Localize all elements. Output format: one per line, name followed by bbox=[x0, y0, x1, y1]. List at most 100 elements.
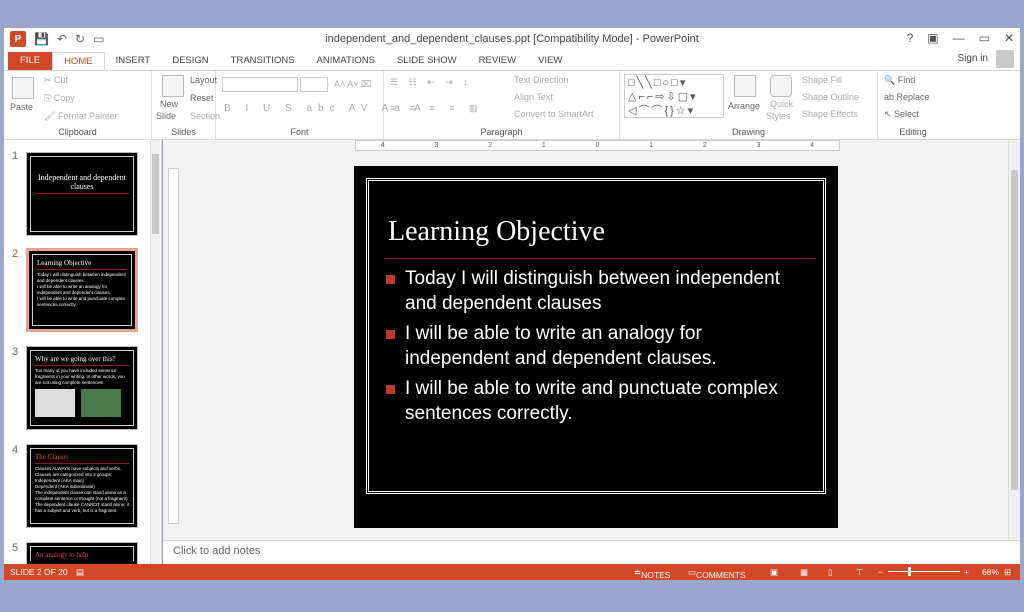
minimize-button[interactable]: — bbox=[953, 31, 965, 45]
font-size-dropdown[interactable] bbox=[300, 77, 328, 92]
thumb-text: The independent clause can stand alone a… bbox=[35, 490, 128, 501]
align-buttons[interactable]: ≡ ≡ ≡ ≡ ▥ bbox=[390, 103, 484, 114]
quick-styles-icon[interactable] bbox=[770, 75, 792, 97]
thumb-divider bbox=[35, 463, 129, 464]
bullet-item: Today I will distinguish between indepen… bbox=[386, 266, 796, 316]
select-button[interactable]: ↖ Select bbox=[884, 109, 919, 120]
thumb-title: Independent and dependent clauses bbox=[38, 173, 126, 191]
thumb-title: An analogy to help bbox=[35, 551, 89, 559]
avatar[interactable] bbox=[996, 50, 1014, 68]
tab-insert[interactable]: INSERT bbox=[105, 52, 162, 70]
slide-thumbnail-3[interactable]: Why are we going over this? Too many of … bbox=[26, 346, 138, 430]
notes-button[interactable]: ≐ NOTES bbox=[634, 567, 670, 580]
replace-button[interactable]: ab Replace bbox=[884, 92, 930, 102]
slide-thumbnail-5[interactable]: An analogy to help bbox=[26, 542, 138, 564]
font-family-dropdown[interactable] bbox=[222, 77, 298, 92]
slide-thumbnail-4[interactable]: The Clause: Clauses ALWAYS have subjects… bbox=[26, 444, 138, 528]
ruler-tick: 4 bbox=[380, 142, 385, 149]
scrollbar-thumb[interactable] bbox=[152, 154, 159, 234]
list-buttons[interactable]: ☰ ☷ ⇤ ⇥ ↕ bbox=[390, 77, 472, 88]
tab-view[interactable]: VIEW bbox=[527, 52, 573, 70]
shape-fill-button[interactable]: Shape Fill bbox=[802, 75, 842, 85]
ruler-tick: 0 bbox=[595, 142, 600, 149]
quick-styles-button-2[interactable]: Styles bbox=[766, 111, 791, 121]
new-slide-button-2[interactable]: Slide bbox=[156, 111, 176, 121]
spellcheck-icon[interactable]: ▤ bbox=[76, 567, 84, 578]
align-text-button[interactable]: Align Text bbox=[514, 92, 553, 102]
copy-button[interactable]: ⎘ Copy bbox=[44, 93, 75, 104]
convert-smartart-button[interactable]: Convert to SmartArt bbox=[514, 109, 594, 119]
help-button[interactable]: ? bbox=[907, 31, 914, 45]
slide-thumbnail-1[interactable]: Independent and dependent clauses bbox=[26, 152, 138, 236]
fit-to-window-icon[interactable]: ⊞ bbox=[1004, 567, 1011, 578]
thumbnail-scrollbar[interactable] bbox=[150, 140, 160, 564]
cut-button[interactable]: ✂ Cut bbox=[44, 75, 68, 86]
bullet-square-icon bbox=[386, 385, 395, 394]
font-group: A˄ A˅ ⌧ B I U S abc AV Aa A Font bbox=[216, 71, 421, 139]
thumb-number: 5 bbox=[12, 542, 19, 554]
maximize-button[interactable]: ▭ bbox=[979, 31, 990, 45]
arrange-icon[interactable] bbox=[734, 75, 756, 97]
slide-title[interactable]: Learning Objective bbox=[388, 216, 605, 248]
normal-view-icon[interactable]: ▣ bbox=[770, 567, 778, 578]
thumb-number: 4 bbox=[12, 444, 19, 456]
format-painter-label: Format Painter bbox=[57, 111, 118, 121]
paragraph-group: ☰ ☷ ⇤ ⇥ ↕ ≡ ≡ ≡ ≡ ▥ Text Direction Align… bbox=[384, 71, 620, 139]
tab-review[interactable]: REVIEW bbox=[468, 52, 527, 70]
ribbon-display-button[interactable]: ▣ bbox=[927, 31, 938, 45]
format-painter-button[interactable]: 🖌 Format Painter bbox=[44, 111, 117, 122]
clipboard-group: Paste ✂ Cut ⎘ Copy 🖌 Format Painter Clip… bbox=[4, 71, 152, 139]
bullet-square-icon bbox=[386, 330, 395, 339]
layout-button[interactable]: Layout bbox=[190, 75, 217, 85]
tab-animations[interactable]: ANIMATIONS bbox=[306, 52, 386, 70]
paste-button[interactable]: Paste bbox=[10, 102, 33, 112]
close-button[interactable]: ✕ bbox=[1004, 31, 1014, 45]
slideshow-view-icon[interactable]: ⊤ bbox=[856, 567, 863, 578]
tab-home[interactable]: HOME bbox=[52, 52, 105, 70]
find-button[interactable]: 🔍 Find bbox=[884, 75, 915, 86]
new-slide-icon[interactable] bbox=[162, 75, 184, 97]
reading-view-icon[interactable]: ▯ bbox=[828, 567, 833, 578]
thumb-text: The dependent clause CANNOT stand alone;… bbox=[35, 502, 129, 513]
shape-effects-button[interactable]: Shape Effects bbox=[802, 109, 858, 119]
quick-styles-button[interactable]: Quick bbox=[770, 99, 793, 109]
slide-canvas[interactable]: Learning Objective Today I will distingu… bbox=[354, 166, 838, 528]
paste-icon[interactable] bbox=[12, 77, 34, 99]
slides-group: New Slide Layout Reset Section Slides bbox=[152, 71, 220, 139]
status-bar: SLIDE 2 OF 20 ▤ ≐ NOTES ▭ COMMENTS ▣ ▦ ▯… bbox=[4, 564, 1020, 580]
replace-label: Replace bbox=[896, 92, 930, 102]
editing-group: 🔍 Find ab Replace ↖ Select Editing bbox=[878, 71, 948, 139]
tab-file[interactable]: FILE bbox=[8, 52, 53, 70]
text-direction-button[interactable]: Text Direction bbox=[514, 75, 569, 85]
arrange-button[interactable]: Arrange bbox=[728, 101, 760, 111]
slide-thumbnail-2[interactable]: Learning Objective Today I will distingu… bbox=[26, 248, 138, 332]
new-slide-button[interactable]: New bbox=[160, 99, 178, 109]
zoom-slider-handle[interactable] bbox=[908, 567, 911, 576]
comments-button[interactable]: ▭ COMMENTS bbox=[688, 567, 746, 580]
font-size-buttons[interactable]: A˄ A˅ ⌧ bbox=[334, 79, 371, 90]
ruler-tick: 3 bbox=[756, 142, 761, 149]
sign-in-link[interactable]: Sign in bbox=[957, 53, 988, 64]
scrollbar-thumb[interactable] bbox=[1011, 170, 1018, 490]
zoom-level[interactable]: 68% bbox=[982, 567, 999, 577]
tab-design[interactable]: DESIGN bbox=[161, 52, 219, 70]
slide-body[interactable]: Today I will distinguish between indepen… bbox=[386, 266, 796, 431]
slide-sorter-icon[interactable]: ▦ bbox=[800, 567, 808, 578]
shapes-gallery[interactable]: □╲╲□○□▾ △⌐⌐⇨⇩▢▾ ◁⌒⌒{}☆▾ bbox=[624, 74, 724, 118]
zoom-out-button[interactable]: − bbox=[878, 567, 883, 577]
thumb-images bbox=[35, 389, 129, 417]
main-scrollbar[interactable] bbox=[1008, 140, 1020, 540]
tab-transitions[interactable]: TRANSITIONS bbox=[220, 52, 306, 70]
notes-pane[interactable]: Click to add notes bbox=[163, 540, 1020, 564]
reset-button[interactable]: Reset bbox=[190, 93, 214, 103]
thumb-number: 2 bbox=[12, 248, 19, 260]
thumb-divider bbox=[35, 365, 129, 366]
ribbon: Paste ✂ Cut ⎘ Copy 🖌 Format Painter Clip… bbox=[4, 70, 1020, 140]
zoom-in-button[interactable]: + bbox=[964, 567, 969, 577]
zoom-slider[interactable] bbox=[888, 571, 960, 572]
tab-slide-show[interactable]: SLIDE SHOW bbox=[386, 52, 468, 70]
comments-label: COMMENTS bbox=[696, 570, 746, 580]
cut-label: Cut bbox=[54, 75, 69, 85]
shape-outline-button[interactable]: Shape Outline bbox=[802, 92, 859, 102]
ruler-tick: 1 bbox=[541, 142, 546, 149]
